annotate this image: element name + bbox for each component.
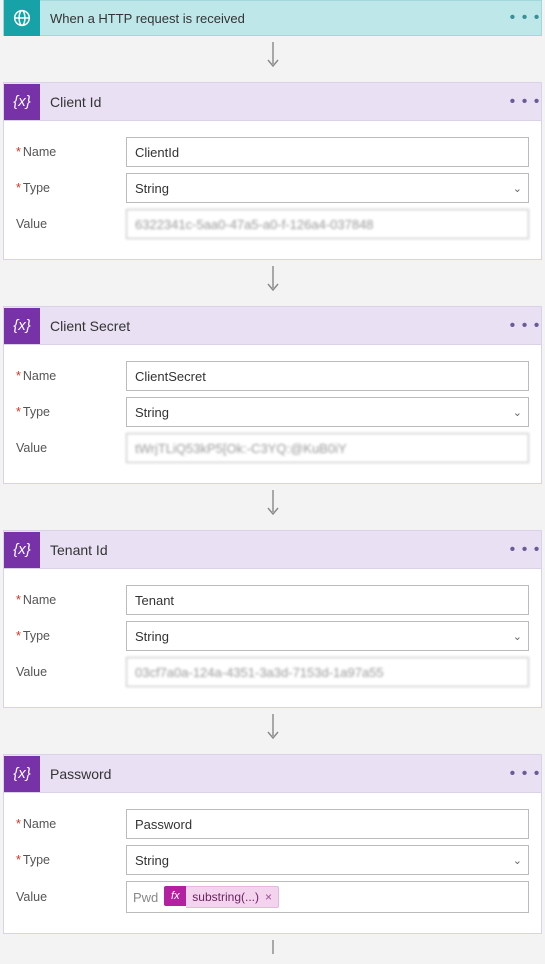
- value-token-input[interactable]: Pwd fx substring(...) ×: [126, 881, 529, 913]
- action-card-password: {x} Password • • • *Name *Type String ⌄ …: [3, 754, 542, 934]
- chevron-down-icon: ⌄: [513, 406, 522, 419]
- action-title: Client Id: [40, 94, 509, 110]
- action-card-client-id: {x} Client Id • • • *Name *Type String ⌄…: [3, 82, 542, 260]
- chevron-down-icon: ⌄: [513, 854, 522, 867]
- trigger-menu-button[interactable]: • • •: [509, 9, 541, 27]
- trigger-title: When a HTTP request is received: [40, 11, 509, 26]
- name-label: *Name: [16, 593, 126, 607]
- name-input[interactable]: [126, 137, 529, 167]
- action-title: Tenant Id: [40, 542, 509, 558]
- name-input[interactable]: [126, 361, 529, 391]
- value-input[interactable]: [126, 657, 529, 687]
- variable-icon: {x}: [4, 532, 40, 568]
- connector-arrow: [0, 484, 545, 530]
- action-header[interactable]: {x} Client Id • • •: [4, 83, 541, 121]
- connector-arrow: [0, 260, 545, 306]
- action-menu-button[interactable]: • • •: [509, 93, 541, 111]
- type-select[interactable]: String ⌄: [126, 845, 529, 875]
- type-select[interactable]: String ⌄: [126, 621, 529, 651]
- action-card-client-secret: {x} Client Secret • • • *Name *Type Stri…: [3, 306, 542, 484]
- type-label: *Type: [16, 629, 126, 643]
- trigger-card[interactable]: When a HTTP request is received • • •: [3, 0, 542, 36]
- action-header[interactable]: {x} Tenant Id • • •: [4, 531, 541, 569]
- value-text-prefix: Pwd: [131, 890, 160, 905]
- chevron-down-icon: ⌄: [513, 182, 522, 195]
- variable-icon: {x}: [4, 84, 40, 120]
- name-input[interactable]: [126, 809, 529, 839]
- type-label: *Type: [16, 405, 126, 419]
- connector-arrow: [0, 934, 545, 964]
- variable-icon: {x}: [4, 756, 40, 792]
- value-input[interactable]: [126, 433, 529, 463]
- type-select[interactable]: String ⌄: [126, 397, 529, 427]
- name-label: *Name: [16, 817, 126, 831]
- connector-arrow: [0, 36, 545, 82]
- action-menu-button[interactable]: • • •: [509, 765, 541, 783]
- value-input[interactable]: [126, 209, 529, 239]
- remove-chip-icon[interactable]: ×: [265, 890, 272, 904]
- type-label: *Type: [16, 853, 126, 867]
- type-select[interactable]: String ⌄: [126, 173, 529, 203]
- name-input[interactable]: [126, 585, 529, 615]
- action-header[interactable]: {x} Password • • •: [4, 755, 541, 793]
- name-label: *Name: [16, 145, 126, 159]
- fx-icon: fx: [164, 886, 186, 906]
- expression-chip-label: substring(...): [192, 890, 259, 904]
- connector-arrow: [0, 708, 545, 754]
- name-label: *Name: [16, 369, 126, 383]
- action-header[interactable]: {x} Client Secret • • •: [4, 307, 541, 345]
- http-request-icon: [4, 0, 40, 36]
- action-title: Client Secret: [40, 318, 509, 334]
- action-title: Password: [40, 766, 509, 782]
- action-menu-button[interactable]: • • •: [509, 317, 541, 335]
- expression-chip[interactable]: fx substring(...) ×: [164, 886, 279, 908]
- value-label: Value: [16, 217, 126, 231]
- value-label: Value: [16, 665, 126, 679]
- action-menu-button[interactable]: • • •: [509, 541, 541, 559]
- action-card-tenant-id: {x} Tenant Id • • • *Name *Type String ⌄…: [3, 530, 542, 708]
- type-label: *Type: [16, 181, 126, 195]
- variable-icon: {x}: [4, 308, 40, 344]
- chevron-down-icon: ⌄: [513, 630, 522, 643]
- value-label: Value: [16, 890, 126, 904]
- value-label: Value: [16, 441, 126, 455]
